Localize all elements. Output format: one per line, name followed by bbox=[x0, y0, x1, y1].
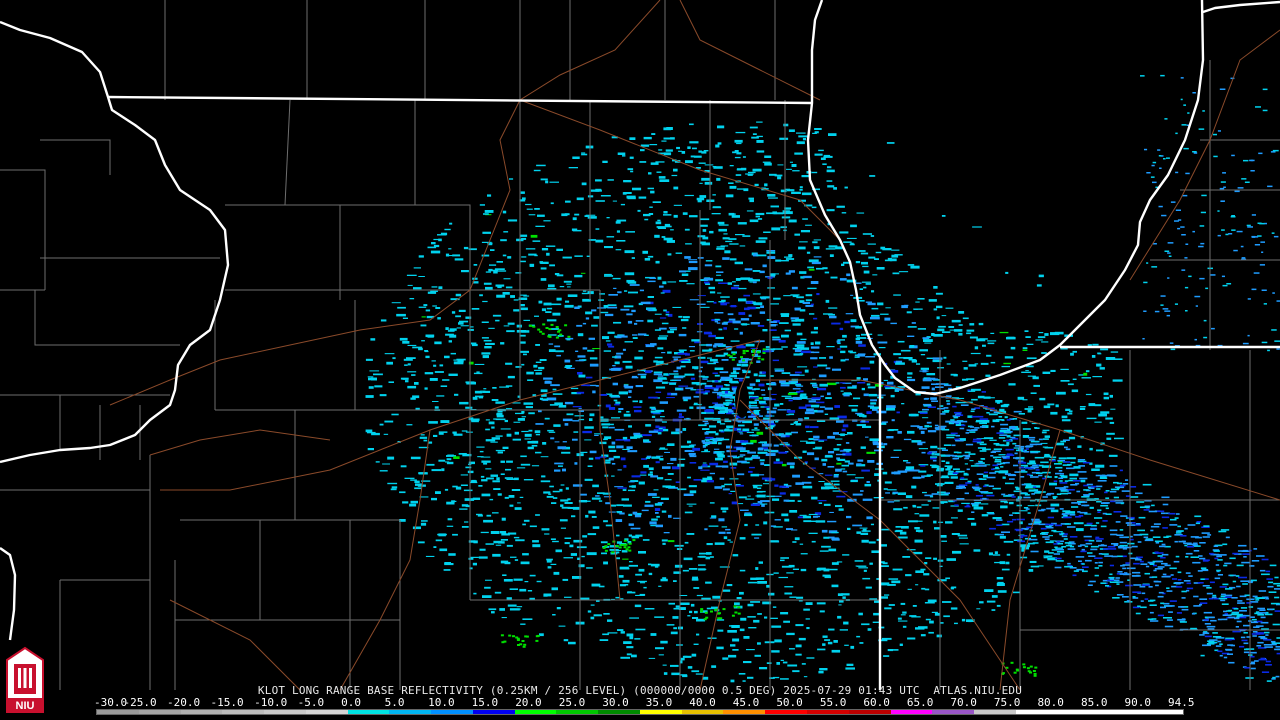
color-scale-segment bbox=[1141, 710, 1183, 714]
color-scale-segment bbox=[556, 710, 599, 714]
color-scale-label: 45.0 bbox=[732, 696, 760, 709]
color-scale-label: 80.0 bbox=[1037, 696, 1064, 709]
color-scale-label: 75.0 bbox=[993, 696, 1021, 709]
radar-map bbox=[0, 0, 1280, 720]
color-scale-label: 90.0 bbox=[1124, 696, 1151, 709]
color-scale-segment bbox=[1057, 710, 1100, 714]
color-scale-label: 70.0 bbox=[950, 696, 977, 709]
color-scale-segment bbox=[389, 710, 432, 714]
color-scale-segment bbox=[598, 710, 640, 714]
color-scale-segment bbox=[974, 710, 1016, 714]
color-scale-label: 15.0 bbox=[471, 696, 499, 709]
reflectivity-color-scale bbox=[96, 709, 1184, 715]
color-scale-segment bbox=[472, 710, 515, 714]
color-scale-segment bbox=[681, 710, 724, 714]
color-scale-label: 40.0 bbox=[689, 696, 716, 709]
color-scale-segment bbox=[890, 710, 933, 714]
map-background bbox=[0, 0, 1280, 720]
color-scale-segment bbox=[639, 710, 682, 714]
color-scale-segment bbox=[264, 710, 306, 714]
color-scale-label: 5.0 bbox=[384, 696, 405, 709]
color-scale-segment bbox=[347, 710, 390, 714]
niu-logo: NIU bbox=[3, 646, 47, 716]
color-scale-label: 25.0 bbox=[558, 696, 586, 709]
color-scale-label: 50.0 bbox=[776, 696, 803, 709]
color-scale-label: 65.0 bbox=[906, 696, 934, 709]
color-scale-segment bbox=[807, 710, 849, 714]
color-scale-label: -10.0 bbox=[254, 696, 288, 709]
color-scale-label: -30.0 bbox=[94, 696, 128, 709]
color-scale-label: -25.0 bbox=[123, 696, 157, 709]
color-scale-label: 30.0 bbox=[602, 696, 629, 709]
color-scale-label: 35.0 bbox=[645, 696, 673, 709]
color-scale-label: 20.0 bbox=[515, 696, 542, 709]
color-scale-segment bbox=[1099, 710, 1142, 714]
color-scale-segment bbox=[97, 710, 139, 714]
color-scale-label: -5.0 bbox=[297, 696, 325, 709]
color-scale-segment bbox=[138, 710, 181, 714]
color-scale-segment bbox=[723, 710, 766, 714]
color-scale-segment bbox=[222, 710, 265, 714]
color-scale-segment bbox=[1015, 710, 1058, 714]
color-scale-label: -20.0 bbox=[167, 696, 201, 709]
color-scale-segment bbox=[305, 710, 348, 714]
color-scale-label: 94.5 bbox=[1168, 696, 1195, 709]
color-scale-segment bbox=[180, 710, 223, 714]
color-scale-label: -15.0 bbox=[210, 696, 244, 709]
niu-logo-text: NIU bbox=[16, 700, 35, 712]
color-scale-label: 85.0 bbox=[1080, 696, 1108, 709]
color-scale-label: 55.0 bbox=[819, 696, 847, 709]
color-scale-label: 60.0 bbox=[863, 696, 890, 709]
color-scale-segment bbox=[932, 710, 975, 714]
color-scale-segment bbox=[514, 710, 557, 714]
color-scale-label: 10.0 bbox=[428, 696, 455, 709]
color-scale-segment bbox=[765, 710, 808, 714]
color-scale-label: 0.0 bbox=[341, 696, 361, 709]
color-scale-segment bbox=[431, 710, 473, 714]
color-scale-segment bbox=[848, 710, 891, 714]
